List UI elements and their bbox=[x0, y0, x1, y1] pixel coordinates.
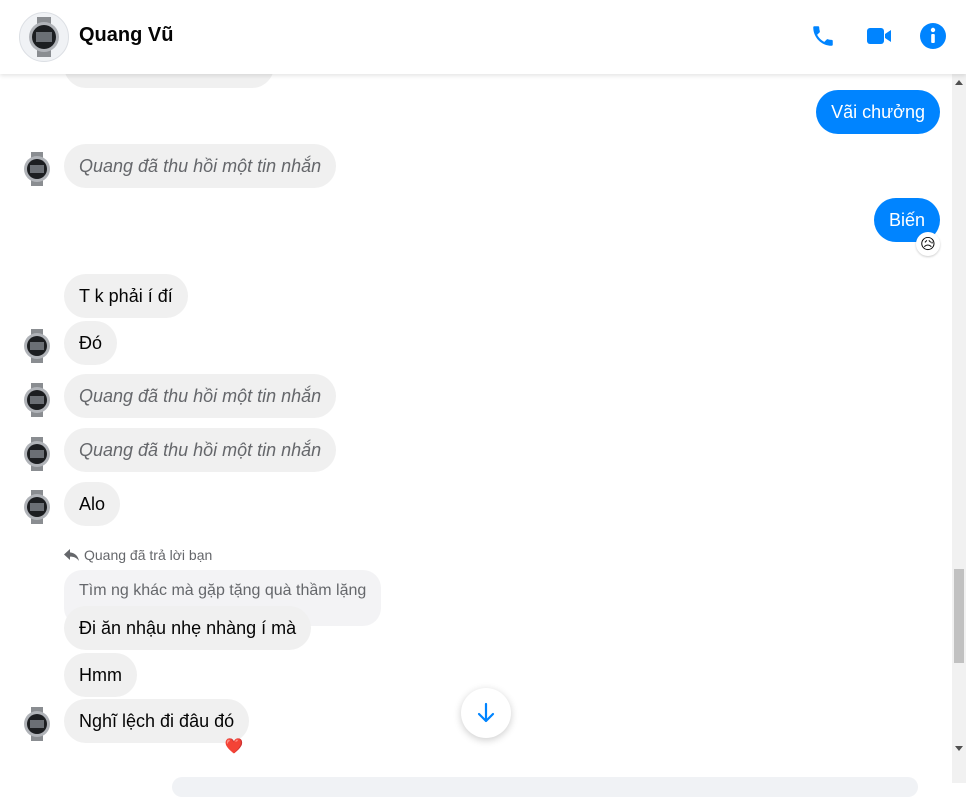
sender-avatar[interactable] bbox=[22, 437, 52, 471]
contact-name[interactable]: Quang Vũ bbox=[79, 24, 173, 47]
sender-avatar[interactable] bbox=[22, 152, 52, 186]
heart-reaction-emoji[interactable]: ❤️ bbox=[222, 734, 246, 758]
sad-reaction-emoji[interactable]: 😥 bbox=[916, 232, 940, 256]
scroll-up-arrow[interactable] bbox=[955, 80, 963, 85]
sender-avatar[interactable] bbox=[22, 490, 52, 524]
incoming-message[interactable]: Hmm bbox=[64, 653, 137, 697]
conversation-info-button[interactable] bbox=[918, 21, 948, 51]
watch-avatar-image bbox=[29, 17, 59, 57]
sender-avatar[interactable] bbox=[22, 329, 52, 363]
incoming-message[interactable]: T k phải í đí bbox=[64, 274, 188, 318]
reply-label-text: Quang đã trả lời bạn bbox=[84, 547, 213, 563]
conversation-header: Quang Vũ bbox=[0, 0, 966, 74]
voice-call-button[interactable] bbox=[808, 21, 838, 51]
reply-indicator: Quang đã trả lời bạn bbox=[64, 547, 212, 563]
contact-avatar[interactable] bbox=[19, 12, 69, 62]
recalled-message: Quang đã thu hồi một tin nhắn bbox=[64, 144, 337, 188]
arrow-down-icon bbox=[477, 702, 495, 723]
chat-scrollbar[interactable] bbox=[952, 74, 966, 783]
sender-avatar[interactable] bbox=[22, 707, 52, 741]
outgoing-message[interactable]: Vãi chưởng bbox=[816, 90, 940, 134]
incoming-message[interactable]: Nghĩ lệch đi đâu đó bbox=[64, 699, 250, 743]
recalled-message: Quang đã thu hồi một tin nhắn bbox=[64, 374, 337, 418]
incoming-message[interactable]: Đó bbox=[64, 321, 118, 365]
message-bubble-cutoff bbox=[64, 74, 274, 88]
message-list[interactable]: Vãi chưởng Quang đã thu hồi một tin nhắn… bbox=[0, 74, 952, 783]
incoming-message[interactable]: Đi ăn nhậu nhẹ nhàng í mà bbox=[64, 606, 312, 650]
info-icon bbox=[920, 23, 946, 49]
video-call-button[interactable] bbox=[864, 21, 894, 51]
recalled-message: Quang đã thu hồi một tin nhắn bbox=[64, 428, 337, 472]
scroll-down-arrow[interactable] bbox=[955, 746, 963, 751]
message-composer-input[interactable] bbox=[172, 777, 918, 797]
scrollbar-thumb[interactable] bbox=[954, 569, 964, 663]
sender-avatar[interactable] bbox=[22, 383, 52, 417]
phone-icon bbox=[813, 26, 833, 46]
video-camera-icon bbox=[867, 28, 891, 44]
incoming-message[interactable]: Alo bbox=[64, 482, 121, 526]
reply-arrow-icon bbox=[64, 548, 79, 561]
scroll-to-bottom-button[interactable] bbox=[461, 688, 511, 738]
